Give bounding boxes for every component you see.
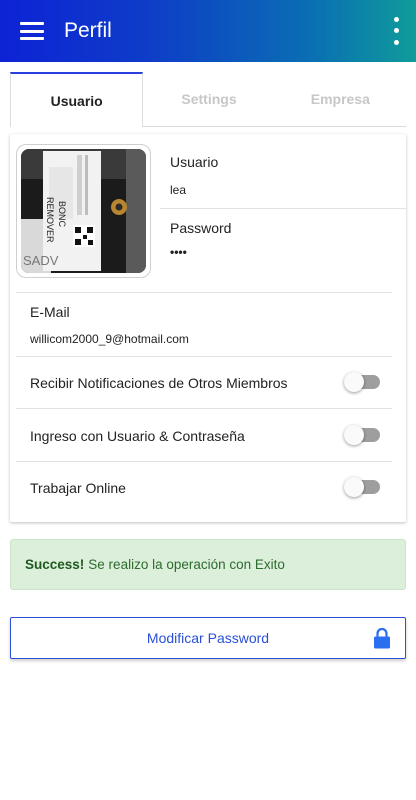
password-label: Password [170,220,232,236]
success-alert: Success! Se realizo la operación con Exi… [10,539,406,590]
email-value[interactable]: willicom2000_9@hotmail.com [30,332,189,346]
divider [16,292,392,293]
setting-notifications-label: Recibir Notificaciones de Otros Miembros [30,375,288,391]
profile-card: REMOVER BONC SADV Usuario lea Password •… [10,134,406,522]
photo-sticker-text: REMOVER [45,197,55,243]
tab-settings[interactable]: Settings [143,72,274,126]
divider [16,461,392,462]
setting-online-label: Trabajar Online [30,480,126,496]
hamburger-menu-icon [20,22,44,40]
change-password-label: Modificar Password [146,630,270,646]
tab-bar: Usuario Settings Empresa [10,72,406,127]
toggle-knob [344,477,364,497]
password-value[interactable]: •••• [170,245,187,259]
photo-sticker-text: BONC [57,201,67,228]
login-toggle[interactable] [344,425,380,445]
tab-usuario[interactable]: Usuario [10,72,144,127]
menu-button[interactable] [0,0,64,62]
change-password-button[interactable]: Modificar Password [10,617,406,659]
setting-login-label: Ingreso con Usuario & Contraseña [30,428,245,444]
divider [16,356,392,357]
usuario-value[interactable]: lea [170,183,186,197]
email-label: E-Mail [30,304,70,320]
online-toggle[interactable] [344,477,380,497]
divider [16,408,392,409]
alert-message: Se realizo la operación con Exito [88,557,285,572]
page-title: Perfil [64,19,112,42]
app-bar: Perfil [0,0,416,62]
more-vert-icon[interactable] [386,14,406,48]
avatar: REMOVER BONC SADV [21,149,146,273]
lock-icon [374,627,390,649]
usuario-label: Usuario [170,154,219,170]
toggle-knob [344,372,364,392]
toggle-knob [344,425,364,445]
notifications-toggle[interactable] [344,372,380,392]
alert-title: Success! [25,557,85,572]
photo-sticker-text: SADV [23,253,59,268]
avatar-frame[interactable]: REMOVER BONC SADV [16,144,151,278]
divider [160,208,406,209]
tab-empresa[interactable]: Empresa [275,72,406,126]
